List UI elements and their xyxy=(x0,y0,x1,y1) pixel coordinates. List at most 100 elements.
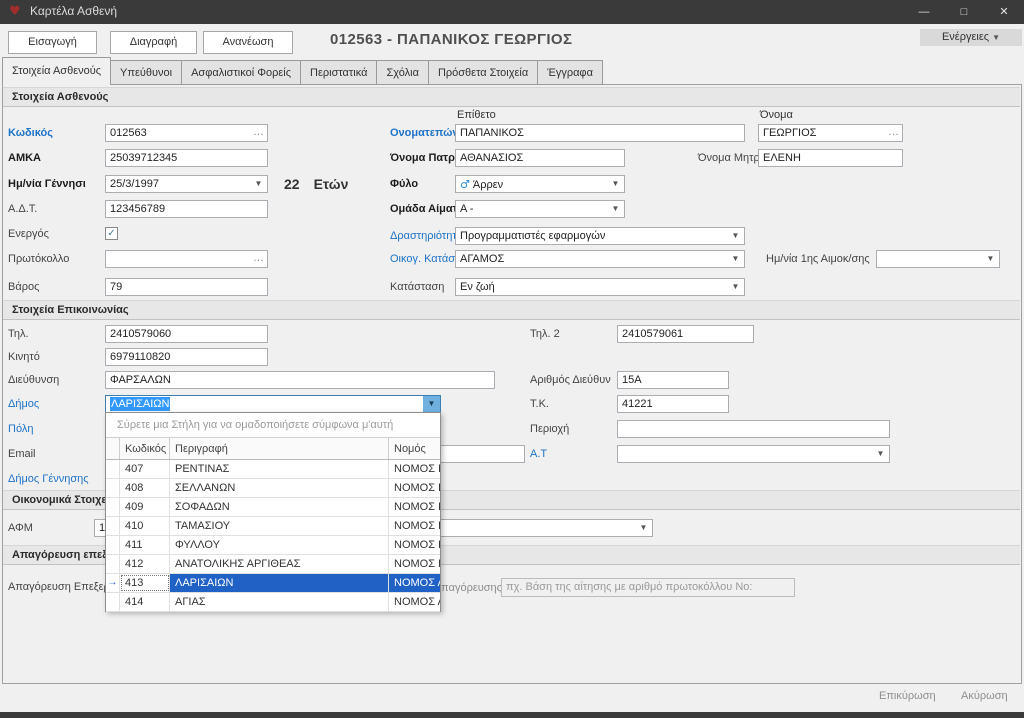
phone2-field[interactable]: 2410579061 xyxy=(617,325,754,343)
actions-label: Ενέργειες xyxy=(942,31,989,43)
age-text: 22Ετών xyxy=(284,176,348,192)
first-dialysis-combo[interactable]: ▼ xyxy=(876,250,1000,268)
tab-documents[interactable]: Έγγραφα xyxy=(538,60,603,85)
mother-name-value: ΕΛΕΝΗ xyxy=(763,152,801,164)
code-label[interactable]: Κωδικός xyxy=(8,124,53,142)
tab-insurance[interactable]: Ασφαλιστικοί Φορείς xyxy=(182,60,301,85)
close-button[interactable]: ✕ xyxy=(984,0,1024,24)
section-contact-details: Στοιχεία Επικοινωνίας xyxy=(3,300,1020,320)
row-indicator xyxy=(106,460,120,478)
cell-prefecture: ΝΟΜΟΣ ΚΑ xyxy=(389,536,440,554)
surname-field[interactable]: ΠΑΠΑΝΙΚΟΣ xyxy=(455,124,745,142)
adt-label: Α.Δ.Τ. xyxy=(8,200,37,218)
birth-municipality-label[interactable]: Δήμος Γέννησης xyxy=(8,470,89,488)
confirm-button[interactable]: Επικύρωση xyxy=(879,690,936,702)
surname-header: Επίθετο xyxy=(457,106,496,124)
cell-code: 413 xyxy=(120,574,170,592)
municipality-combo[interactable]: ΛΑΡΙΣΑΙΩΝ ▼ xyxy=(105,395,441,413)
grid-header-row: Κωδικός Περιγραφή Νομός xyxy=(106,437,440,460)
mobile-field[interactable]: 6979110820 xyxy=(105,348,268,366)
municipality-label[interactable]: Δήμος xyxy=(8,395,39,413)
protocol-field[interactable]: … xyxy=(105,250,268,268)
grid-row[interactable]: 408 ΣΕΛΛΑΝΩΝ ΝΟΜΟΣ ΚΑ xyxy=(106,479,440,498)
address-label: Διεύθυνση xyxy=(8,371,59,389)
email-label: Email xyxy=(8,445,36,463)
marital-status-combo[interactable]: ΑΓΑΜΟΣ ▼ xyxy=(455,250,745,268)
grid-row[interactable]: 410 ΤΑΜΑΣΙΟΥ ΝΟΜΟΣ ΚΑ xyxy=(106,517,440,536)
police-dept-label[interactable]: Α.Τ xyxy=(530,445,547,463)
restriction-reason-field[interactable]: πχ. Βάση της αίτησης με αριθμό πρωτοκόλλ… xyxy=(501,578,795,597)
maximize-button[interactable]: □ xyxy=(944,0,984,24)
tab-patient-details[interactable]: Στοιχεία Ασθενούς xyxy=(2,57,111,85)
tab-comments[interactable]: Σχόλια xyxy=(377,60,429,85)
grid-row-selected[interactable]: → 413 ΛΑΡΙΣΑΙΩΝ ΝΟΜΟΣ ΛΑ xyxy=(106,574,440,593)
column-header-code[interactable]: Κωδικός xyxy=(120,438,170,459)
row-indicator xyxy=(106,593,120,611)
tab-guardians[interactable]: Υπεύθυνοι xyxy=(111,60,182,85)
police-dept-combo[interactable]: ▼ xyxy=(617,445,890,463)
chevron-down-icon: ▼ xyxy=(983,252,998,266)
status-combo[interactable]: Εν ζωή ▼ xyxy=(455,278,745,296)
area-field[interactable] xyxy=(617,420,890,438)
row-indicator xyxy=(106,517,120,535)
address-field[interactable]: ΦΑΡΣΑΛΩΝ xyxy=(105,371,495,389)
titlebar: ♥ Καρτέλα Ασθενή — □ ✕ xyxy=(0,0,1024,24)
activity-label[interactable]: Δραστηριότητα xyxy=(390,227,463,245)
area-label: Περιοχή xyxy=(530,420,569,438)
chevron-down-icon[interactable]: ▼ xyxy=(423,396,440,412)
phone2-value: 2410579061 xyxy=(622,328,683,340)
mother-name-field[interactable]: ΕΛΕΝΗ xyxy=(758,149,903,167)
window-controls: — □ ✕ xyxy=(904,0,1024,24)
cell-code: 414 xyxy=(120,593,170,611)
grid-row[interactable]: 412 ΑΝΑΤΟΛΙΚΗΣ ΑΡΓΙΘΕΑΣ ΝΟΜΟΣ ΚΑ xyxy=(106,555,440,574)
postal-code-field[interactable]: 41221 xyxy=(617,395,729,413)
weight-field[interactable]: 79 xyxy=(105,278,268,296)
tab-incidents[interactable]: Περιστατικά xyxy=(301,60,377,85)
amka-value: 25039712345 xyxy=(110,152,177,164)
activity-combo[interactable]: Προγραμματιστές εφαρμογών ▼ xyxy=(455,227,745,245)
actions-menu-button[interactable]: Ενέργειες ▼ xyxy=(920,29,1022,46)
column-header-description[interactable]: Περιγραφή xyxy=(170,438,389,459)
code-field[interactable]: 012563 … xyxy=(105,124,268,142)
code-browse-button[interactable]: … xyxy=(253,125,264,139)
column-header-prefecture[interactable]: Νομός xyxy=(389,438,440,459)
cancel-button[interactable]: Ακύρωση xyxy=(961,690,1008,702)
minimize-button[interactable]: — xyxy=(904,0,944,24)
protocol-browse-button[interactable]: … xyxy=(253,251,264,265)
cell-prefecture: ΝΟΜΟΣ ΚΑ xyxy=(389,479,440,497)
phone-field[interactable]: 2410579060 xyxy=(105,325,268,343)
protocol-label: Πρωτόκολλο xyxy=(8,250,69,268)
adt-field[interactable]: 123456789 xyxy=(105,200,268,218)
address-number-field[interactable]: 15A xyxy=(617,371,729,389)
chevron-down-icon: ▼ xyxy=(728,229,743,243)
refresh-button[interactable]: Ανανέωση xyxy=(203,31,293,54)
insert-button[interactable]: Εισαγωγή xyxy=(8,31,97,54)
grid-row[interactable]: 414 ΑΓΙΑΣ ΝΟΜΟΣ ΛΑ xyxy=(106,593,440,612)
cell-prefecture: ΝΟΜΟΣ ΛΑ xyxy=(389,593,440,611)
delete-button[interactable]: Διαγραφή xyxy=(110,31,197,54)
tab-extra-details[interactable]: Πρόσθετα Στοιχεία xyxy=(429,60,538,85)
address-number-label: Αριθμός Διεύθυν xyxy=(530,371,611,389)
grid-row[interactable]: 411 ΦΥΛΛΟΥ ΝΟΜΟΣ ΚΑ xyxy=(106,536,440,555)
patient-card-window: ♥ Καρτέλα Ασθενή — □ ✕ Εισαγωγή Διαγραφή… xyxy=(0,0,1024,718)
afm-label: ΑΦΜ xyxy=(8,519,33,537)
grid-row[interactable]: 407 ΡΕΝΤΙΝΑΣ ΝΟΜΟΣ ΚΑ xyxy=(106,460,440,479)
cell-code: 408 xyxy=(120,479,170,497)
cell-prefecture: ΝΟΜΟΣ ΚΑ xyxy=(389,517,440,535)
city-label[interactable]: Πόλη xyxy=(8,420,33,438)
gender-combo[interactable]: ♂Άρρεν ▼ xyxy=(455,175,625,193)
name-field[interactable]: ΓΕΩΡΓΙΟΣ … xyxy=(758,124,903,142)
blood-group-value: A - xyxy=(460,202,606,217)
birthdate-combo[interactable]: 25/3/1997 ▼ xyxy=(105,175,268,193)
father-name-field[interactable]: ΑΘΑΝΑΣΙΟΣ xyxy=(455,149,625,167)
cell-description: ΑΓΙΑΣ xyxy=(170,593,389,611)
municipality-value: ΛΑΡΙΣΑΙΩΝ xyxy=(110,397,170,411)
cell-prefecture: ΝΟΜΟΣ ΚΑ xyxy=(389,555,440,573)
age-value: 22 xyxy=(284,176,300,192)
blood-group-combo[interactable]: A - ▼ xyxy=(455,200,625,218)
grid-row[interactable]: 409 ΣΟΦΑΔΩΝ ΝΟΜΟΣ ΚΑ xyxy=(106,498,440,517)
amka-field[interactable]: 25039712345 xyxy=(105,149,268,167)
active-checkbox[interactable]: ✓ xyxy=(105,227,118,240)
cell-description: ΣΟΦΑΔΩΝ xyxy=(170,498,389,516)
name-browse-button[interactable]: … xyxy=(888,125,899,139)
